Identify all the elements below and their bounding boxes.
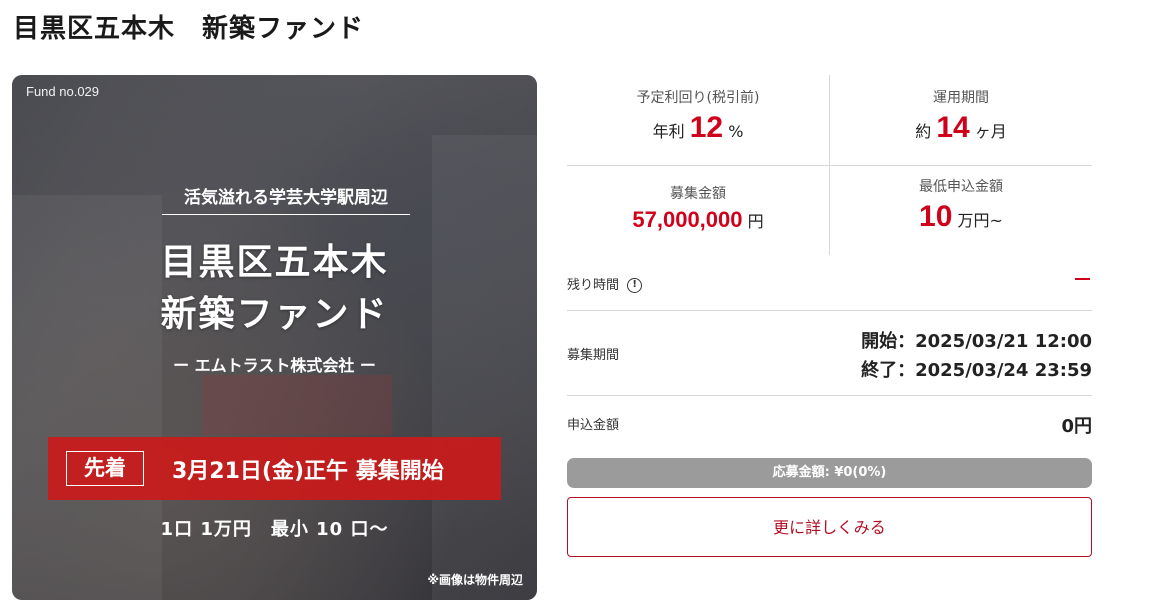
view-details-button[interactable]: 更に詳しくみる: [567, 497, 1092, 557]
recruit-period-row: 募集期間 開始：2025/03/21 12:00 終了：2025/03/24 2…: [567, 311, 1092, 396]
recruit-end: 終了：2025/03/24 23:59: [861, 360, 1092, 381]
stat-suffix: ヶ月: [974, 122, 1007, 141]
hero-title-line2: 新築ファンド: [160, 294, 389, 335]
hero-catchphrase: 活気溢れる学芸大学駅周辺: [162, 183, 410, 215]
page-title: 目黒区五本木 新築ファンド: [13, 14, 365, 44]
stat-suffix: %: [728, 122, 744, 141]
hero-title-line1: 目黒区五本木: [160, 242, 389, 283]
stat-label: 運用期間: [933, 90, 989, 106]
recruit-start: 開始：2025/03/21 12:00: [861, 331, 1092, 352]
divider: [567, 165, 1092, 166]
hero-image-note: ※画像は物件周辺: [427, 573, 523, 587]
stat-amount: 募集金額 57,000,000 円: [567, 183, 829, 233]
applied-value: 0円: [1061, 416, 1092, 437]
remaining-value-dash: [1075, 278, 1090, 280]
hero-company: ー エムトラスト株式会社 ー: [173, 356, 376, 375]
stat-label: 予定利回り(税引前): [636, 90, 760, 106]
fund-number: Fund no.029: [26, 84, 100, 99]
stat-suffix: 円: [747, 212, 764, 231]
stat-label: 最低申込金額: [919, 179, 1003, 195]
application-progress-bar: 応募金額: ¥0(0%): [567, 458, 1092, 488]
stat-period: 運用期間 約 14 ヶ月: [830, 87, 1092, 145]
remaining-time-row: 残り時間 !: [567, 270, 1092, 311]
stat-value: 10: [919, 200, 953, 233]
hero-banner-text: 3月21日(金)正午 募集開始: [172, 459, 444, 484]
stat-label: 募集金額: [670, 186, 726, 202]
stat-prefix: 年利: [652, 122, 685, 141]
info-icon[interactable]: !: [627, 278, 643, 293]
stat-prefix: 約: [915, 122, 932, 141]
stat-value: 57,000,000: [632, 207, 743, 232]
stat-yield: 予定利回り(税引前) 年利 12 %: [567, 87, 829, 145]
stat-value: 14: [936, 111, 970, 144]
recruit-period-label: 募集期間: [567, 348, 620, 363]
fund-stats-grid: 予定利回り(税引前) 年利 12 % 運用期間 約 14 ヶ月 募集金額 57,…: [567, 75, 1092, 255]
stat-minimum: 最低申込金額 10 万円~: [830, 176, 1092, 234]
fund-hero-image[interactable]: Fund no.029 活気溢れる学芸大学駅周辺 目黒区五本木 新築ファンド ー…: [12, 75, 537, 600]
stat-suffix: 万円~: [957, 211, 1003, 230]
remaining-label: 残り時間: [567, 278, 620, 293]
first-come-badge: 先着: [66, 451, 144, 486]
applied-label: 申込金額: [567, 418, 620, 433]
applied-amount-row: 申込金額 0円: [567, 396, 1092, 450]
hero-unit-text: 1口 1万円 最小 10 口〜: [160, 519, 389, 540]
stat-value: 12: [689, 111, 724, 144]
